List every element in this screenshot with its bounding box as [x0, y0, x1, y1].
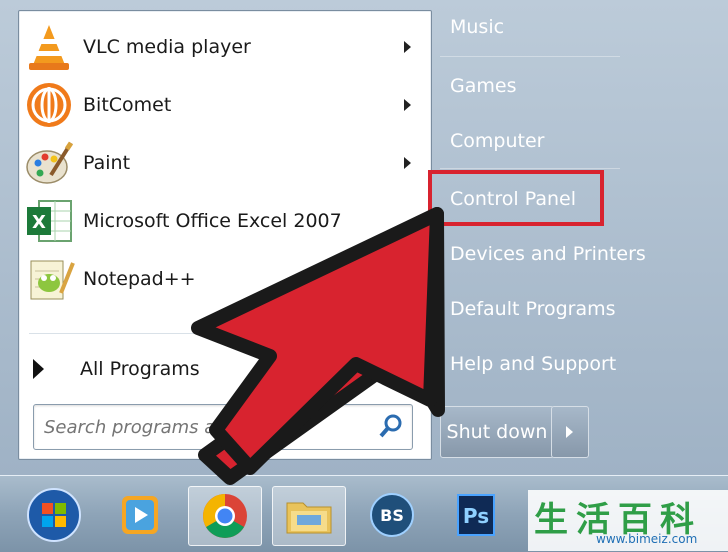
taskbar-chrome[interactable]	[188, 486, 262, 546]
chrome-icon	[203, 494, 247, 538]
submenu-arrow-icon[interactable]	[404, 157, 411, 169]
photoshop-icon: Ps	[457, 494, 495, 536]
program-notepadpp[interactable]: Notepad++	[19, 253, 429, 305]
program-label: Paint	[83, 152, 131, 174]
bbs-icon: BS	[370, 493, 414, 537]
media-player-icon	[122, 496, 158, 534]
menu-item-default-programs[interactable]: Default Programs	[450, 298, 616, 320]
program-paint[interactable]: Paint	[19, 137, 429, 189]
menu-divider	[440, 168, 620, 169]
taskbar-bbs[interactable]: BS	[356, 486, 428, 544]
all-programs-button[interactable]: All Programs	[33, 354, 200, 384]
chevron-right-icon	[566, 426, 573, 438]
excel-icon: X	[23, 195, 75, 247]
start-button[interactable]	[18, 486, 90, 544]
notepadpp-icon	[23, 253, 75, 305]
watermark: 生活百科 www.bimeiz.com	[528, 490, 728, 551]
search-box[interactable]	[33, 404, 413, 450]
taskbar-photoshop[interactable]: Ps	[440, 486, 512, 544]
shutdown-options-button[interactable]	[551, 406, 589, 458]
search-input[interactable]	[42, 411, 366, 443]
menu-divider	[29, 333, 421, 334]
menu-item-help-support[interactable]: Help and Support	[450, 353, 616, 375]
shutdown-button[interactable]: Shut down	[440, 406, 554, 458]
svg-text:BS: BS	[380, 506, 404, 525]
paint-icon	[23, 137, 75, 189]
watermark-url: www.bimeiz.com	[596, 532, 698, 546]
start-orb-icon	[27, 488, 81, 542]
taskbar-media-player[interactable]	[104, 486, 176, 544]
program-label: VLC media player	[83, 36, 251, 58]
start-menu: VLC media player BitComet Paint X Micros…	[0, 0, 728, 475]
photoshop-icon-text: Ps	[463, 504, 489, 528]
svg-text:X: X	[32, 212, 46, 233]
submenu-arrow-icon[interactable]	[404, 41, 411, 53]
search-icon[interactable]	[378, 413, 404, 439]
taskbar-explorer[interactable]	[272, 486, 346, 546]
expand-arrow-icon	[33, 359, 44, 379]
programs-panel: VLC media player BitComet Paint X Micros…	[18, 10, 432, 460]
menu-divider	[440, 56, 620, 57]
submenu-arrow-icon[interactable]	[404, 99, 411, 111]
vlc-icon	[23, 21, 75, 73]
program-bitcomet[interactable]: BitComet	[19, 79, 429, 131]
menu-item-music[interactable]: Music	[450, 16, 504, 38]
program-label: Notepad++	[83, 268, 196, 290]
program-vlc[interactable]: VLC media player	[19, 21, 429, 73]
menu-item-devices-printers[interactable]: Devices and Printers	[450, 243, 646, 265]
control-panel-highlight-box	[428, 170, 604, 226]
program-label: BitComet	[83, 94, 172, 116]
explorer-folder-icon	[286, 502, 332, 534]
all-programs-label: All Programs	[80, 358, 200, 380]
menu-item-computer[interactable]: Computer	[450, 130, 544, 152]
bitcomet-icon	[23, 79, 75, 131]
program-excel[interactable]: X Microsoft Office Excel 2007	[19, 195, 429, 247]
program-label: Microsoft Office Excel 2007	[83, 210, 342, 232]
menu-item-games[interactable]: Games	[450, 75, 516, 97]
